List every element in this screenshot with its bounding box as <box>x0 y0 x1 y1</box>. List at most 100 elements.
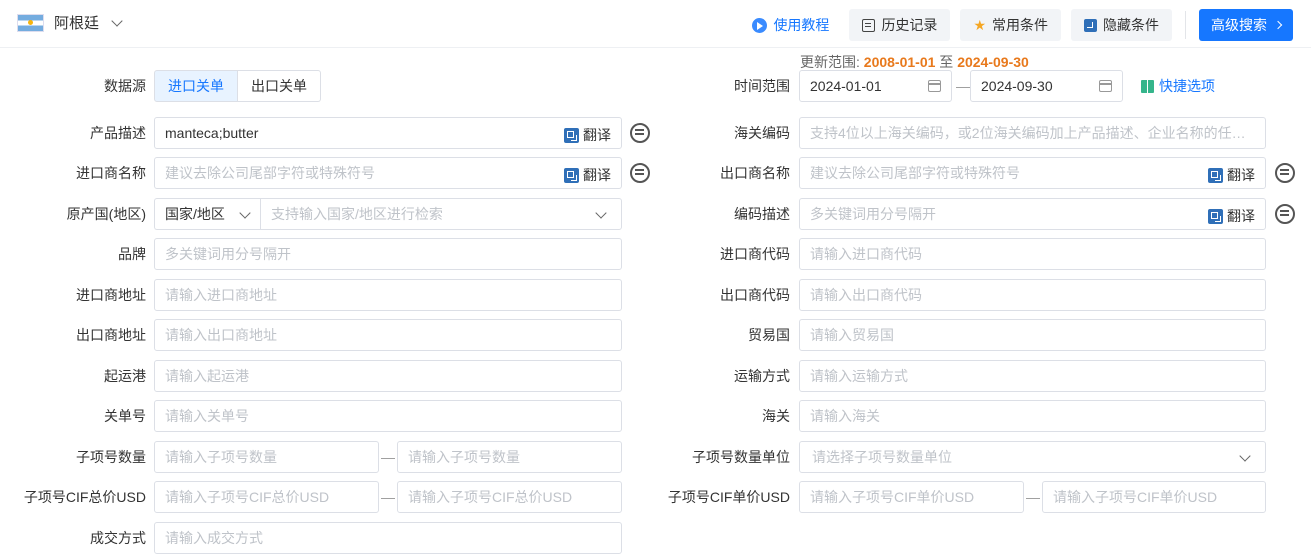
sub-cif-unit-min-placeholder: 请输入子项号CIF单价USD <box>810 489 975 505</box>
sub-cif-unit-min-input[interactable]: 请输入子项号CIF单价USD <box>799 481 1024 513</box>
exporter-addr-input[interactable]: 请输入出口商地址 <box>154 319 622 351</box>
start-date-input[interactable]: 2024-01-01 <box>799 70 952 102</box>
start-date-value: 2024-01-01 <box>810 78 882 94</box>
list-icon[interactable] <box>1275 204 1295 224</box>
translate-label: 翻译 <box>583 127 611 143</box>
range-separator: — <box>381 449 395 465</box>
chevron-right-icon <box>1273 20 1283 30</box>
hide-label: 隐藏条件 <box>1103 17 1159 33</box>
update-start: 2008-01-01 <box>863 54 936 70</box>
favorites-button[interactable]: ★ 常用条件 <box>960 9 1061 41</box>
import-bill-button[interactable]: 进口关单 <box>154 70 238 102</box>
sub-qty-label: 子项号数量 <box>76 449 146 465</box>
sub-cif-total-max-input[interactable]: 请输入子项号CIF总价USD <box>397 481 622 513</box>
sub-qty-min-input[interactable]: 请输入子项号数量 <box>154 441 379 473</box>
play-icon <box>752 17 768 33</box>
source-label: 数据源 <box>104 78 146 94</box>
code-desc-label: 编码描述 <box>734 206 790 222</box>
trade-country-label: 贸易国 <box>748 327 790 343</box>
customs-placeholder: 请输入海关 <box>810 408 880 424</box>
range-separator: — <box>1026 489 1040 505</box>
importer-name-input[interactable]: 建议去除公司尾部字符或特殊符号 翻译 <box>154 157 622 189</box>
port-input[interactable]: 请输入起运港 <box>154 360 622 392</box>
favorites-label: 常用条件 <box>992 17 1048 33</box>
update-to: 至 <box>939 54 954 70</box>
importer-code-input[interactable]: 请输入进口商代码 <box>799 238 1266 270</box>
end-date-input[interactable]: 2024-09-30 <box>970 70 1123 102</box>
top-bar: 阿根廷 使用教程 历史记录 ★ 常用条件 隐藏条件 高级搜索 <box>0 0 1311 48</box>
importer-addr-input[interactable]: 请输入进口商地址 <box>154 279 622 311</box>
deal-placeholder: 请输入成交方式 <box>165 530 263 546</box>
translate-button[interactable]: 翻译 <box>1204 206 1255 226</box>
sub-unit-placeholder: 请选择子项号数量单位 <box>812 449 952 465</box>
date-separator: — <box>956 78 970 94</box>
sub-cif-total-min-input[interactable]: 请输入子项号CIF总价USD <box>154 481 379 513</box>
source-toggle: 进口关单 出口关单 <box>154 70 321 102</box>
top-actions: 使用教程 历史记录 ★ 常用条件 隐藏条件 高级搜索 <box>742 9 1293 41</box>
port-label: 起运港 <box>104 368 146 384</box>
customs-label: 海关 <box>762 408 790 424</box>
transport-input[interactable]: 请输入运输方式 <box>799 360 1266 392</box>
hs-code-input[interactable]: 支持4位以上海关编码，或2位海关编码加上产品描述、企业名称的任意信息 <box>799 117 1266 149</box>
origin-type-value: 国家/地区 <box>165 206 225 222</box>
product-desc-label: 产品描述 <box>90 125 146 141</box>
sub-cif-total-min-placeholder: 请输入子项号CIF总价USD <box>165 489 330 505</box>
bill-no-label: 关单号 <box>104 408 146 424</box>
calendar-icon <box>1099 80 1112 92</box>
origin-placeholder: 支持输入国家/地区进行检索 <box>271 206 443 222</box>
exporter-code-label: 出口商代码 <box>720 287 790 303</box>
quick-options-link[interactable]: 快捷选项 <box>1141 70 1215 102</box>
customs-input[interactable]: 请输入海关 <box>799 400 1266 432</box>
exporter-code-placeholder: 请输入出口商代码 <box>810 287 922 303</box>
calendar-icon <box>928 80 941 92</box>
origin-input[interactable]: 支持输入国家/地区进行检索 <box>260 198 622 230</box>
export-bill-button[interactable]: 出口关单 <box>238 70 321 102</box>
collapse-icon <box>1084 18 1097 32</box>
sub-unit-select[interactable]: 请选择子项号数量单位 <box>799 441 1266 473</box>
product-desc-input[interactable]: manteca;butter 翻译 <box>154 117 622 149</box>
translate-button[interactable]: 翻译 <box>560 165 611 185</box>
exporter-code-input[interactable]: 请输入出口商代码 <box>799 279 1266 311</box>
history-label: 历史记录 <box>881 17 938 33</box>
origin-type-select[interactable]: 国家/地区 <box>154 198 261 230</box>
sub-cif-unit-max-placeholder: 请输入子项号CIF单价USD <box>1053 489 1218 505</box>
update-label: 更新范围: <box>800 54 860 70</box>
argentina-flag-icon <box>17 13 44 32</box>
trade-country-placeholder: 请输入贸易国 <box>810 327 894 343</box>
advanced-label: 高级搜索 <box>1211 17 1267 33</box>
advanced-search-button[interactable]: 高级搜索 <box>1199 9 1293 41</box>
history-button[interactable]: 历史记录 <box>849 9 951 41</box>
translate-button[interactable]: 翻译 <box>560 125 611 145</box>
update-end: 2024-09-30 <box>957 54 1029 70</box>
importer-name-label: 进口商名称 <box>76 165 146 181</box>
quick-options-label: 快捷选项 <box>1159 78 1215 94</box>
country-name: 阿根廷 <box>54 15 100 32</box>
list-icon[interactable] <box>1275 163 1295 183</box>
origin-label: 原产国(地区) <box>66 206 146 222</box>
translate-icon <box>1208 208 1223 224</box>
translate-button[interactable]: 翻译 <box>1204 165 1255 185</box>
range-separator: — <box>381 489 395 505</box>
sub-cif-unit-max-input[interactable]: 请输入子项号CIF单价USD <box>1042 481 1266 513</box>
deal-label: 成交方式 <box>90 530 146 546</box>
end-date-value: 2024-09-30 <box>981 78 1053 94</box>
quick-options-icon <box>1141 79 1154 93</box>
port-placeholder: 请输入起运港 <box>165 368 249 384</box>
sub-qty-max-input[interactable]: 请输入子项号数量 <box>397 441 622 473</box>
importer-code-placeholder: 请输入进口商代码 <box>810 246 922 262</box>
code-desc-input[interactable]: 多关键词用分号隔开 翻译 <box>799 198 1266 230</box>
trade-country-input[interactable]: 请输入贸易国 <box>799 319 1266 351</box>
sub-qty-max-placeholder: 请输入子项号数量 <box>408 449 520 465</box>
exporter-name-input[interactable]: 建议去除公司尾部字符或特殊符号 翻译 <box>799 157 1266 189</box>
country-selector[interactable]: 阿根廷 <box>17 12 123 33</box>
bill-no-input[interactable]: 请输入关单号 <box>154 400 622 432</box>
brand-input[interactable]: 多关键词用分号隔开 <box>154 238 622 270</box>
tutorial-label: 使用教程 <box>773 17 830 33</box>
tutorial-link[interactable]: 使用教程 <box>742 15 839 35</box>
brand-placeholder: 多关键词用分号隔开 <box>165 246 291 262</box>
importer-name-placeholder: 建议去除公司尾部字符或特殊符号 <box>165 165 375 181</box>
hide-conditions-button[interactable]: 隐藏条件 <box>1071 9 1172 41</box>
code-desc-placeholder: 多关键词用分号隔开 <box>810 206 936 222</box>
deal-input[interactable]: 请输入成交方式 <box>154 522 622 554</box>
time-label: 时间范围 <box>734 78 790 94</box>
